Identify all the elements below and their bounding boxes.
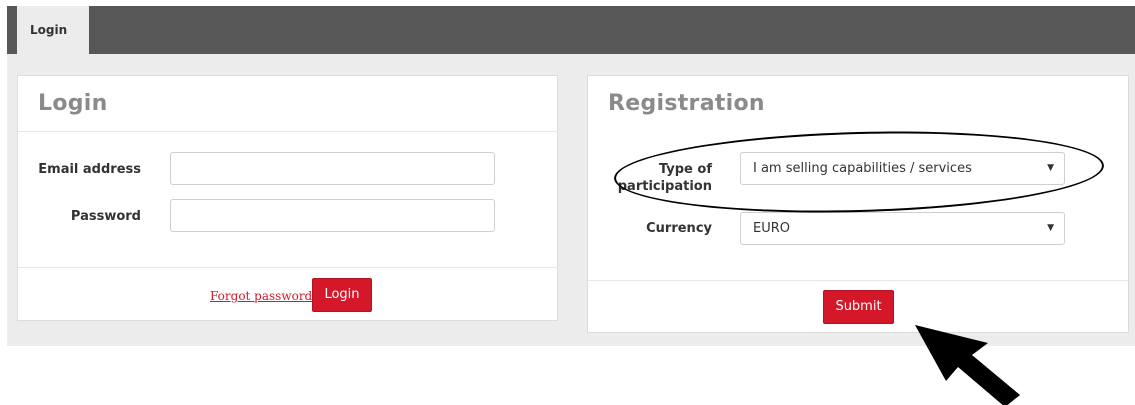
login-button[interactable]: Login [312, 278, 372, 312]
arrow-icon [915, 325, 1020, 405]
email-label: Email address [38, 162, 141, 177]
email-field[interactable] [170, 152, 495, 185]
divider [18, 267, 557, 268]
currency-select[interactable]: EURO ▼ [740, 212, 1065, 245]
registration-panel-title: Registration [608, 91, 765, 116]
currency-select-value: EURO [753, 221, 790, 236]
password-field[interactable] [170, 199, 495, 232]
divider [18, 131, 557, 132]
tab-login[interactable]: Login [17, 6, 89, 54]
password-label: Password [70, 209, 141, 224]
submit-button[interactable]: Submit [823, 290, 894, 324]
forgot-password-link[interactable]: Forgot password [210, 289, 312, 303]
caret-down-icon: ▼ [1047, 223, 1054, 233]
divider [588, 280, 1128, 281]
login-panel-title: Login [38, 91, 108, 116]
top-nav-bar: Login [7, 6, 1135, 54]
currency-label: Currency [646, 221, 712, 236]
login-panel: Login Email address Password Forgot pass… [17, 75, 558, 321]
